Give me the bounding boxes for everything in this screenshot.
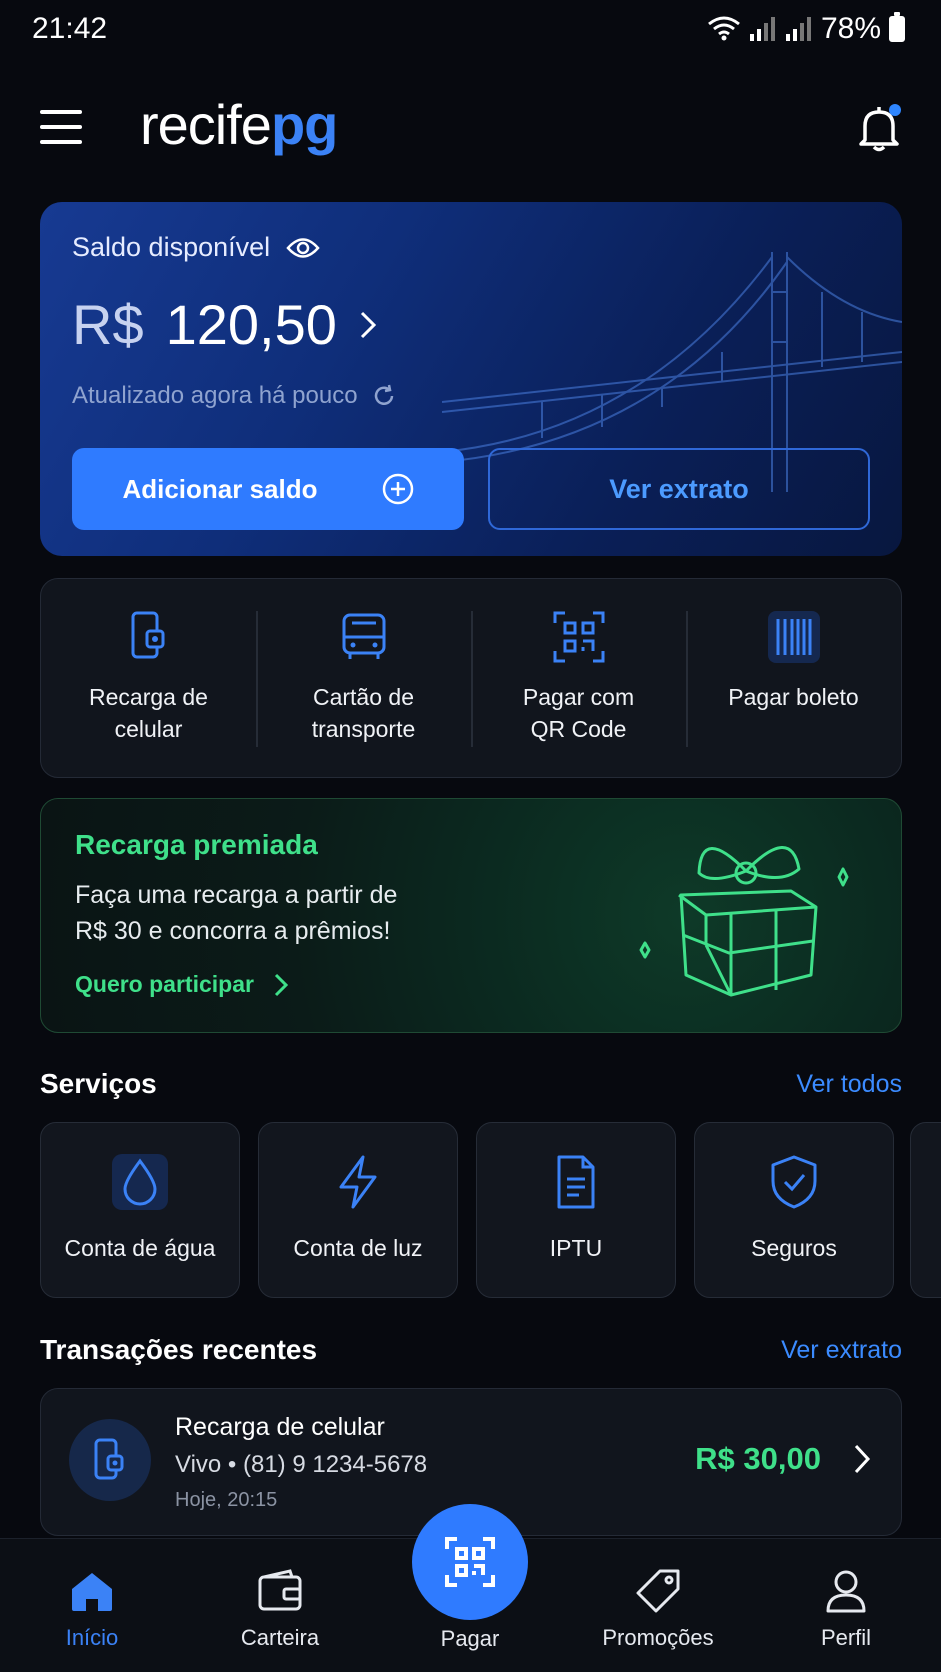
- transaction-time: Hoje, 20:15: [175, 1489, 278, 1511]
- service-water-bill[interactable]: Conta de água: [40, 1122, 240, 1298]
- balance-value: 120,50: [165, 293, 337, 356]
- transactions-view-statement-link[interactable]: Ver extrato: [781, 1336, 902, 1365]
- transaction-subtitle: Vivo • (81) 9 1234-5678: [175, 1451, 428, 1478]
- quick-action-transport-card[interactable]: Cartão de transporte: [256, 579, 471, 777]
- document-icon: [557, 1155, 595, 1209]
- phone-recharge-icon: [131, 611, 164, 659]
- nav-pay-button[interactable]: [412, 1504, 528, 1620]
- balance-card: Saldo disponível R$ 120,50 Atualizado ag…: [40, 202, 902, 556]
- refresh-icon[interactable]: [372, 384, 396, 408]
- balance-amount[interactable]: R$ 120,50: [72, 292, 377, 357]
- quick-action-label: Recarga de celular: [89, 684, 208, 742]
- quick-action-qr-pay[interactable]: Pagar com QR Code: [471, 579, 686, 777]
- chevron-right-icon: [854, 1444, 871, 1474]
- transactions-title: Transações recentes: [40, 1334, 318, 1365]
- notifications-button[interactable]: [857, 104, 901, 152]
- chevron-right-icon: [360, 311, 376, 338]
- quick-action-phone-recharge[interactable]: Recarga de celular: [41, 579, 256, 777]
- services-title: Serviços: [40, 1068, 157, 1099]
- quick-action-label: Pagar com QR Code: [522, 684, 635, 742]
- nav-home[interactable]: Início: [12, 1567, 172, 1651]
- nav-promotions[interactable]: Promoções: [578, 1567, 738, 1651]
- phone-recharge-icon: [94, 1438, 124, 1480]
- promo-text: Faça uma recarga a partir de R$ 30 e con…: [75, 881, 398, 945]
- services-list: Conta de água Conta de luz IPTU Seguros: [40, 1122, 894, 1298]
- signal-icon: [749, 17, 775, 41]
- barcode-icon: [767, 611, 820, 663]
- plus-circle-icon: [382, 473, 413, 505]
- promo-title: Recarga premiada: [75, 829, 318, 860]
- balance-updated: Atualizado agora há pouco: [72, 382, 396, 410]
- quick-actions: Recarga de celular Cartão de transporte …: [40, 578, 902, 778]
- service-insurance[interactable]: Seguros: [694, 1122, 894, 1298]
- nav-wallet[interactable]: Carteira: [200, 1567, 360, 1651]
- gift-icon: [639, 846, 849, 997]
- service-electricity-bill[interactable]: Conta de luz: [258, 1122, 458, 1298]
- service-iptu[interactable]: IPTU: [476, 1122, 676, 1298]
- promo-participate-link[interactable]: Quero participar: [75, 971, 288, 998]
- services-view-all-link[interactable]: Ver todos: [796, 1070, 902, 1099]
- status-time: 21:42: [32, 12, 108, 45]
- service-label: Seguros: [751, 1235, 837, 1261]
- battery-icon: [889, 12, 905, 42]
- chevron-right-icon: [274, 973, 288, 996]
- app-logo: recifepg: [140, 93, 338, 156]
- service-label: Conta de luz: [293, 1235, 423, 1261]
- add-balance-button[interactable]: Adicionar saldo: [72, 448, 464, 530]
- transaction-title: Recarga de celular: [175, 1413, 385, 1441]
- home-icon: [72, 1573, 112, 1611]
- menu-icon: [40, 110, 82, 114]
- quick-action-label: Cartão de transporte: [311, 684, 416, 742]
- view-statement-button[interactable]: Ver extrato: [488, 448, 870, 530]
- qr-code-icon: [553, 611, 604, 663]
- quick-action-label: Pagar boleto: [728, 684, 859, 710]
- tag-icon: [636, 1569, 680, 1613]
- qr-scan-icon: [445, 1537, 495, 1587]
- signal-icon-2: [785, 17, 811, 41]
- service-label: IPTU: [549, 1235, 603, 1261]
- balance-currency: R$: [72, 293, 144, 356]
- bus-icon: [342, 613, 385, 659]
- transaction-amount: R$ 30,00: [695, 1441, 821, 1476]
- user-icon: [826, 1570, 866, 1613]
- notification-dot: [889, 104, 901, 116]
- lightning-icon: [339, 1155, 377, 1209]
- transaction-icon: [69, 1419, 151, 1501]
- quick-action-pay-bill[interactable]: Pagar boleto: [686, 579, 901, 777]
- service-next-partial[interactable]: [910, 1122, 941, 1298]
- eye-icon[interactable]: [286, 237, 320, 259]
- service-label: Conta de água: [64, 1235, 216, 1261]
- wallet-icon: [258, 1569, 302, 1611]
- nav-pay-label: Pagar: [440, 1626, 500, 1651]
- shield-icon: [771, 1155, 817, 1209]
- battery-percent: 78%: [820, 12, 881, 45]
- menu-button[interactable]: [40, 110, 82, 144]
- water-drop-icon: [112, 1154, 168, 1210]
- status-icons: 78%: [707, 12, 905, 46]
- nav-profile[interactable]: Perfil: [766, 1567, 926, 1651]
- wifi-icon: [708, 16, 740, 41]
- promo-banner[interactable]: Recarga premiada Faça uma recarga a part…: [40, 798, 902, 1033]
- balance-label: Saldo disponível: [72, 232, 320, 263]
